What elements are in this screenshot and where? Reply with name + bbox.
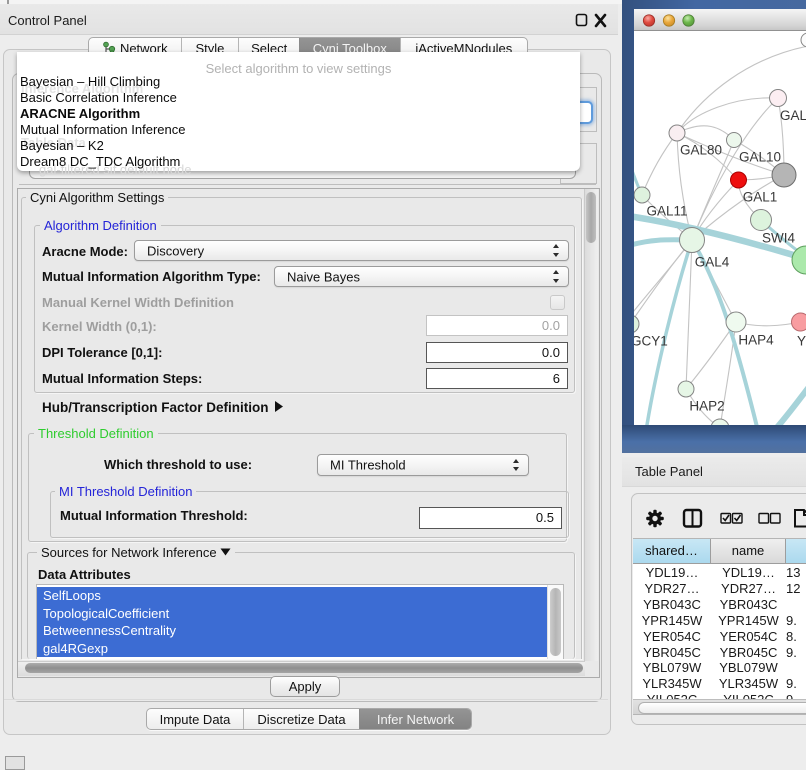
svg-text:GAL80: GAL80 xyxy=(680,143,722,158)
svg-text:HAP4: HAP4 xyxy=(738,333,774,348)
svg-text:GCY1: GCY1 xyxy=(634,334,668,349)
svg-text:SWI4: SWI4 xyxy=(762,231,795,246)
svg-text:GAL10: GAL10 xyxy=(739,150,781,165)
svg-text:GAL8: GAL8 xyxy=(780,108,806,123)
svg-text:GAL1: GAL1 xyxy=(743,190,778,205)
svg-text:GAL11: GAL11 xyxy=(646,204,687,219)
svg-text:GAL4: GAL4 xyxy=(695,255,730,270)
svg-text:HAP2: HAP2 xyxy=(689,399,724,414)
svg-text:Y: Y xyxy=(797,334,806,349)
